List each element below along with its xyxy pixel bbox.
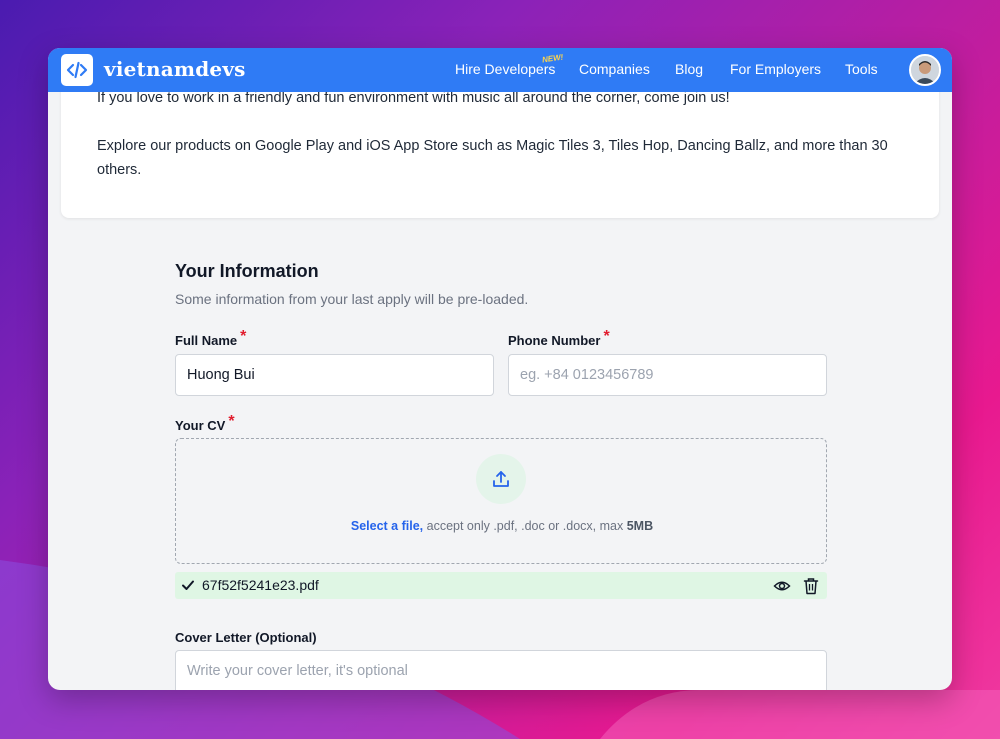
cv-label: Your CV *	[175, 413, 235, 435]
accept-text: accept only .pdf, .doc or .docx, max	[423, 519, 627, 533]
dropzone-instructions: Select a file, accept only .pdf, .doc or…	[176, 519, 828, 533]
nav-for-employers[interactable]: For Employers	[730, 61, 821, 77]
cv-label-text: Your CV	[175, 418, 226, 433]
company-paragraph-2: Explore our products on Google Play and …	[97, 138, 888, 178]
select-file-link[interactable]: Select a file,	[351, 519, 423, 533]
nav-blog[interactable]: Blog	[675, 61, 703, 77]
user-avatar[interactable]	[909, 54, 941, 86]
upload-icon[interactable]	[476, 454, 526, 504]
nav-hire-developers[interactable]: Hire Developers	[455, 61, 555, 77]
nav-companies[interactable]: Companies	[579, 61, 650, 77]
full-name-input[interactable]	[175, 354, 494, 396]
form-subtitle: Some information from your last apply wi…	[175, 291, 529, 307]
new-badge: NEW!	[541, 52, 564, 65]
check-icon	[181, 578, 195, 592]
company-description-card: If you love to work in a friendly and fu…	[61, 78, 939, 218]
cover-letter-label: Cover Letter (Optional)	[175, 630, 317, 645]
browser-window: vietnamdevs Hire Developers NEW! Compani…	[48, 48, 952, 690]
top-navbar: vietnamdevs Hire Developers NEW! Compani…	[48, 48, 952, 92]
cv-dropzone[interactable]: Select a file, accept only .pdf, .doc or…	[175, 438, 827, 564]
phone-label-text: Phone Number	[508, 333, 601, 348]
phone-input[interactable]	[508, 354, 827, 396]
code-brackets-icon[interactable]	[61, 54, 93, 86]
max-size: 5MB	[626, 519, 654, 533]
trash-icon[interactable]	[801, 576, 821, 596]
brand-name[interactable]: vietnamdevs	[104, 57, 246, 81]
nav-tools[interactable]: Tools	[845, 61, 878, 77]
uploaded-file-row: 67f52f5241e23.pdf	[175, 572, 827, 599]
eye-icon[interactable]	[772, 576, 792, 596]
phone-label: Phone Number *	[508, 328, 610, 350]
form-title: Your Information	[175, 261, 319, 281]
cover-letter-textarea[interactable]	[175, 650, 827, 690]
required-mark: *	[240, 328, 247, 345]
required-mark: *	[228, 413, 235, 430]
full-name-label-text: Full Name	[175, 333, 238, 348]
full-name-label: Full Name *	[175, 328, 246, 350]
uploaded-file-name: 67f52f5241e23.pdf	[202, 577, 319, 593]
required-mark: *	[603, 328, 610, 345]
